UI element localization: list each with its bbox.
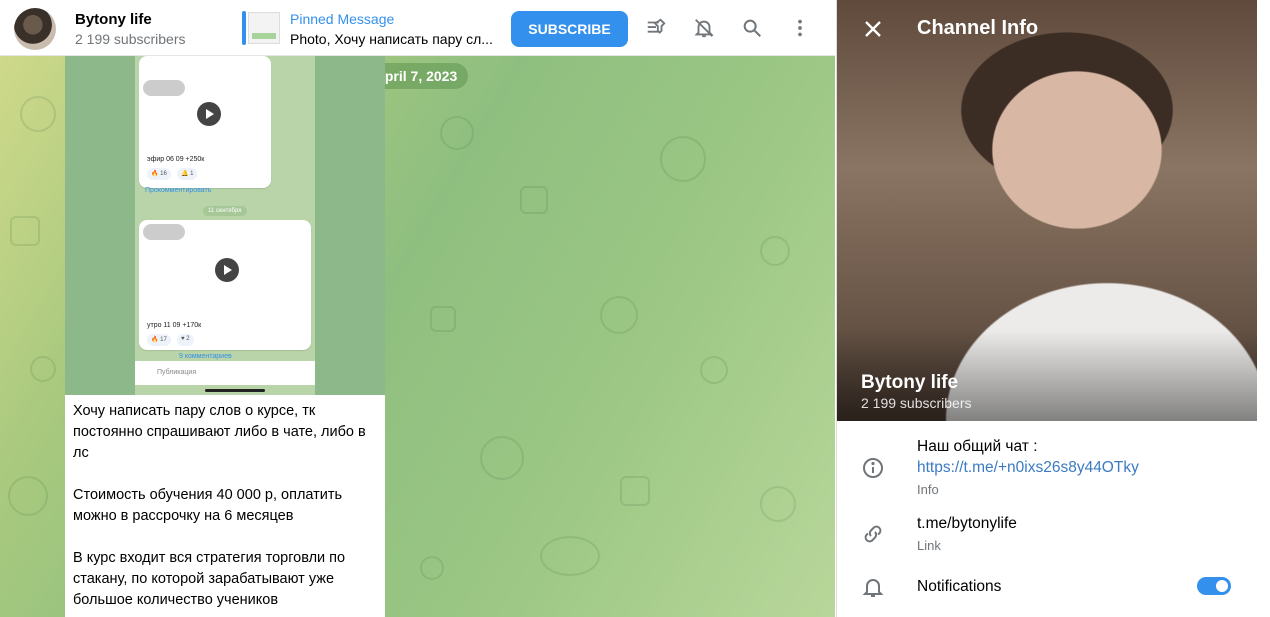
channel-subscribers: 2 199 subscribers	[75, 31, 186, 47]
input-placeholder: Публикация	[157, 369, 197, 376]
more-vertical-icon[interactable]	[788, 16, 812, 40]
pinned-indicator	[242, 11, 246, 45]
channel-avatar[interactable]	[14, 8, 56, 50]
link-icon	[861, 522, 885, 546]
play-icon	[215, 258, 239, 282]
reaction-bell: 🔔 1	[177, 168, 198, 180]
channel-photo[interactable]	[837, 0, 1257, 421]
description-label: Info	[917, 482, 939, 497]
channel-title[interactable]: Bytony life	[75, 11, 152, 28]
pinned-message-title[interactable]: Pinned Message	[290, 11, 394, 27]
notifications-toggle[interactable]	[1197, 577, 1231, 595]
reaction-heart: ♥ 2	[177, 334, 194, 346]
channel-name: Bytony life	[861, 372, 959, 393]
subscribe-button[interactable]: SUBSCRIBE	[511, 11, 628, 47]
reaction-count: 2	[186, 336, 190, 342]
video-bubble: эфир 06 09 +250к 🔥 16 🔔 1	[139, 56, 271, 188]
chat-header: Bytony life 2 199 subscribers Pinned Mes…	[0, 0, 835, 56]
reaction-count: 16	[160, 171, 167, 177]
post-paragraph: Хочу написать пару слов о курсе, тк пост…	[73, 403, 366, 461]
screenshot-content: эфир 06 09 +250к 🔥 16 🔔 1 Прокомментиров…	[135, 56, 315, 395]
reaction-fire: 🔥 17	[147, 334, 171, 346]
info-icon	[861, 456, 885, 480]
link-label: Link	[917, 538, 941, 553]
notifications-label: Notifications	[917, 578, 1002, 595]
channel-subscriber-count: 2 199 subscribers	[861, 395, 972, 411]
reaction-count: 17	[160, 337, 167, 343]
reaction-fire: 🔥 16	[147, 168, 171, 180]
post-photo[interactable]: эфир 06 09 +250к 🔥 16 🔔 1 Прокомментиров…	[65, 56, 385, 395]
channel-post[interactable]: эфир 06 09 +250к 🔥 16 🔔 1 Прокомментиров…	[65, 56, 385, 617]
input-bar: Публикация	[135, 361, 315, 385]
video-caption: утро 11 09 +170к	[147, 322, 202, 329]
download-icon	[143, 224, 185, 240]
comments-link: 9 комментариев	[179, 353, 232, 360]
post-paragraph: В курс входит вся стратегия торговли по …	[73, 550, 346, 608]
panel-title: Channel Info	[917, 17, 1039, 39]
channel-info-panel: Channel Info Bytony life 2 199 subscribe…	[836, 0, 1257, 617]
play-icon	[197, 102, 221, 126]
comment-link: Прокомментировать	[145, 187, 212, 194]
description-link[interactable]: https://t.me/+n0ixs26s8y44OTky	[917, 459, 1139, 477]
post-paragraph: Стоимость обучения 40 000 р, оплатить мо…	[73, 487, 343, 524]
download-icon	[143, 80, 185, 96]
bell-icon	[861, 575, 885, 599]
pinned-message-preview[interactable]: Photo, Хочу написать пару сл...	[290, 31, 493, 47]
post-text: Хочу написать пару слов о курсе, тк пост…	[73, 401, 378, 617]
channel-link[interactable]: t.me/bytonylife	[917, 515, 1017, 533]
mute-bell-icon[interactable]	[692, 16, 716, 40]
pinned-list-icon[interactable]	[644, 16, 668, 40]
search-icon[interactable]	[740, 16, 764, 40]
chat-column: Bytony life 2 199 subscribers Pinned Mes…	[0, 0, 835, 617]
video-caption: эфир 06 09 +250к	[147, 156, 205, 163]
reaction-count: 1	[190, 171, 194, 177]
close-icon[interactable]	[861, 17, 885, 41]
date-separator-small: 11 сентября	[203, 206, 247, 216]
description-text: Наш общий чат :	[917, 438, 1038, 455]
pinned-thumbnail[interactable]	[248, 12, 280, 44]
home-indicator	[205, 389, 265, 392]
video-bubble: утро 11 09 +170к 🔥 17 ♥ 2	[139, 220, 311, 350]
